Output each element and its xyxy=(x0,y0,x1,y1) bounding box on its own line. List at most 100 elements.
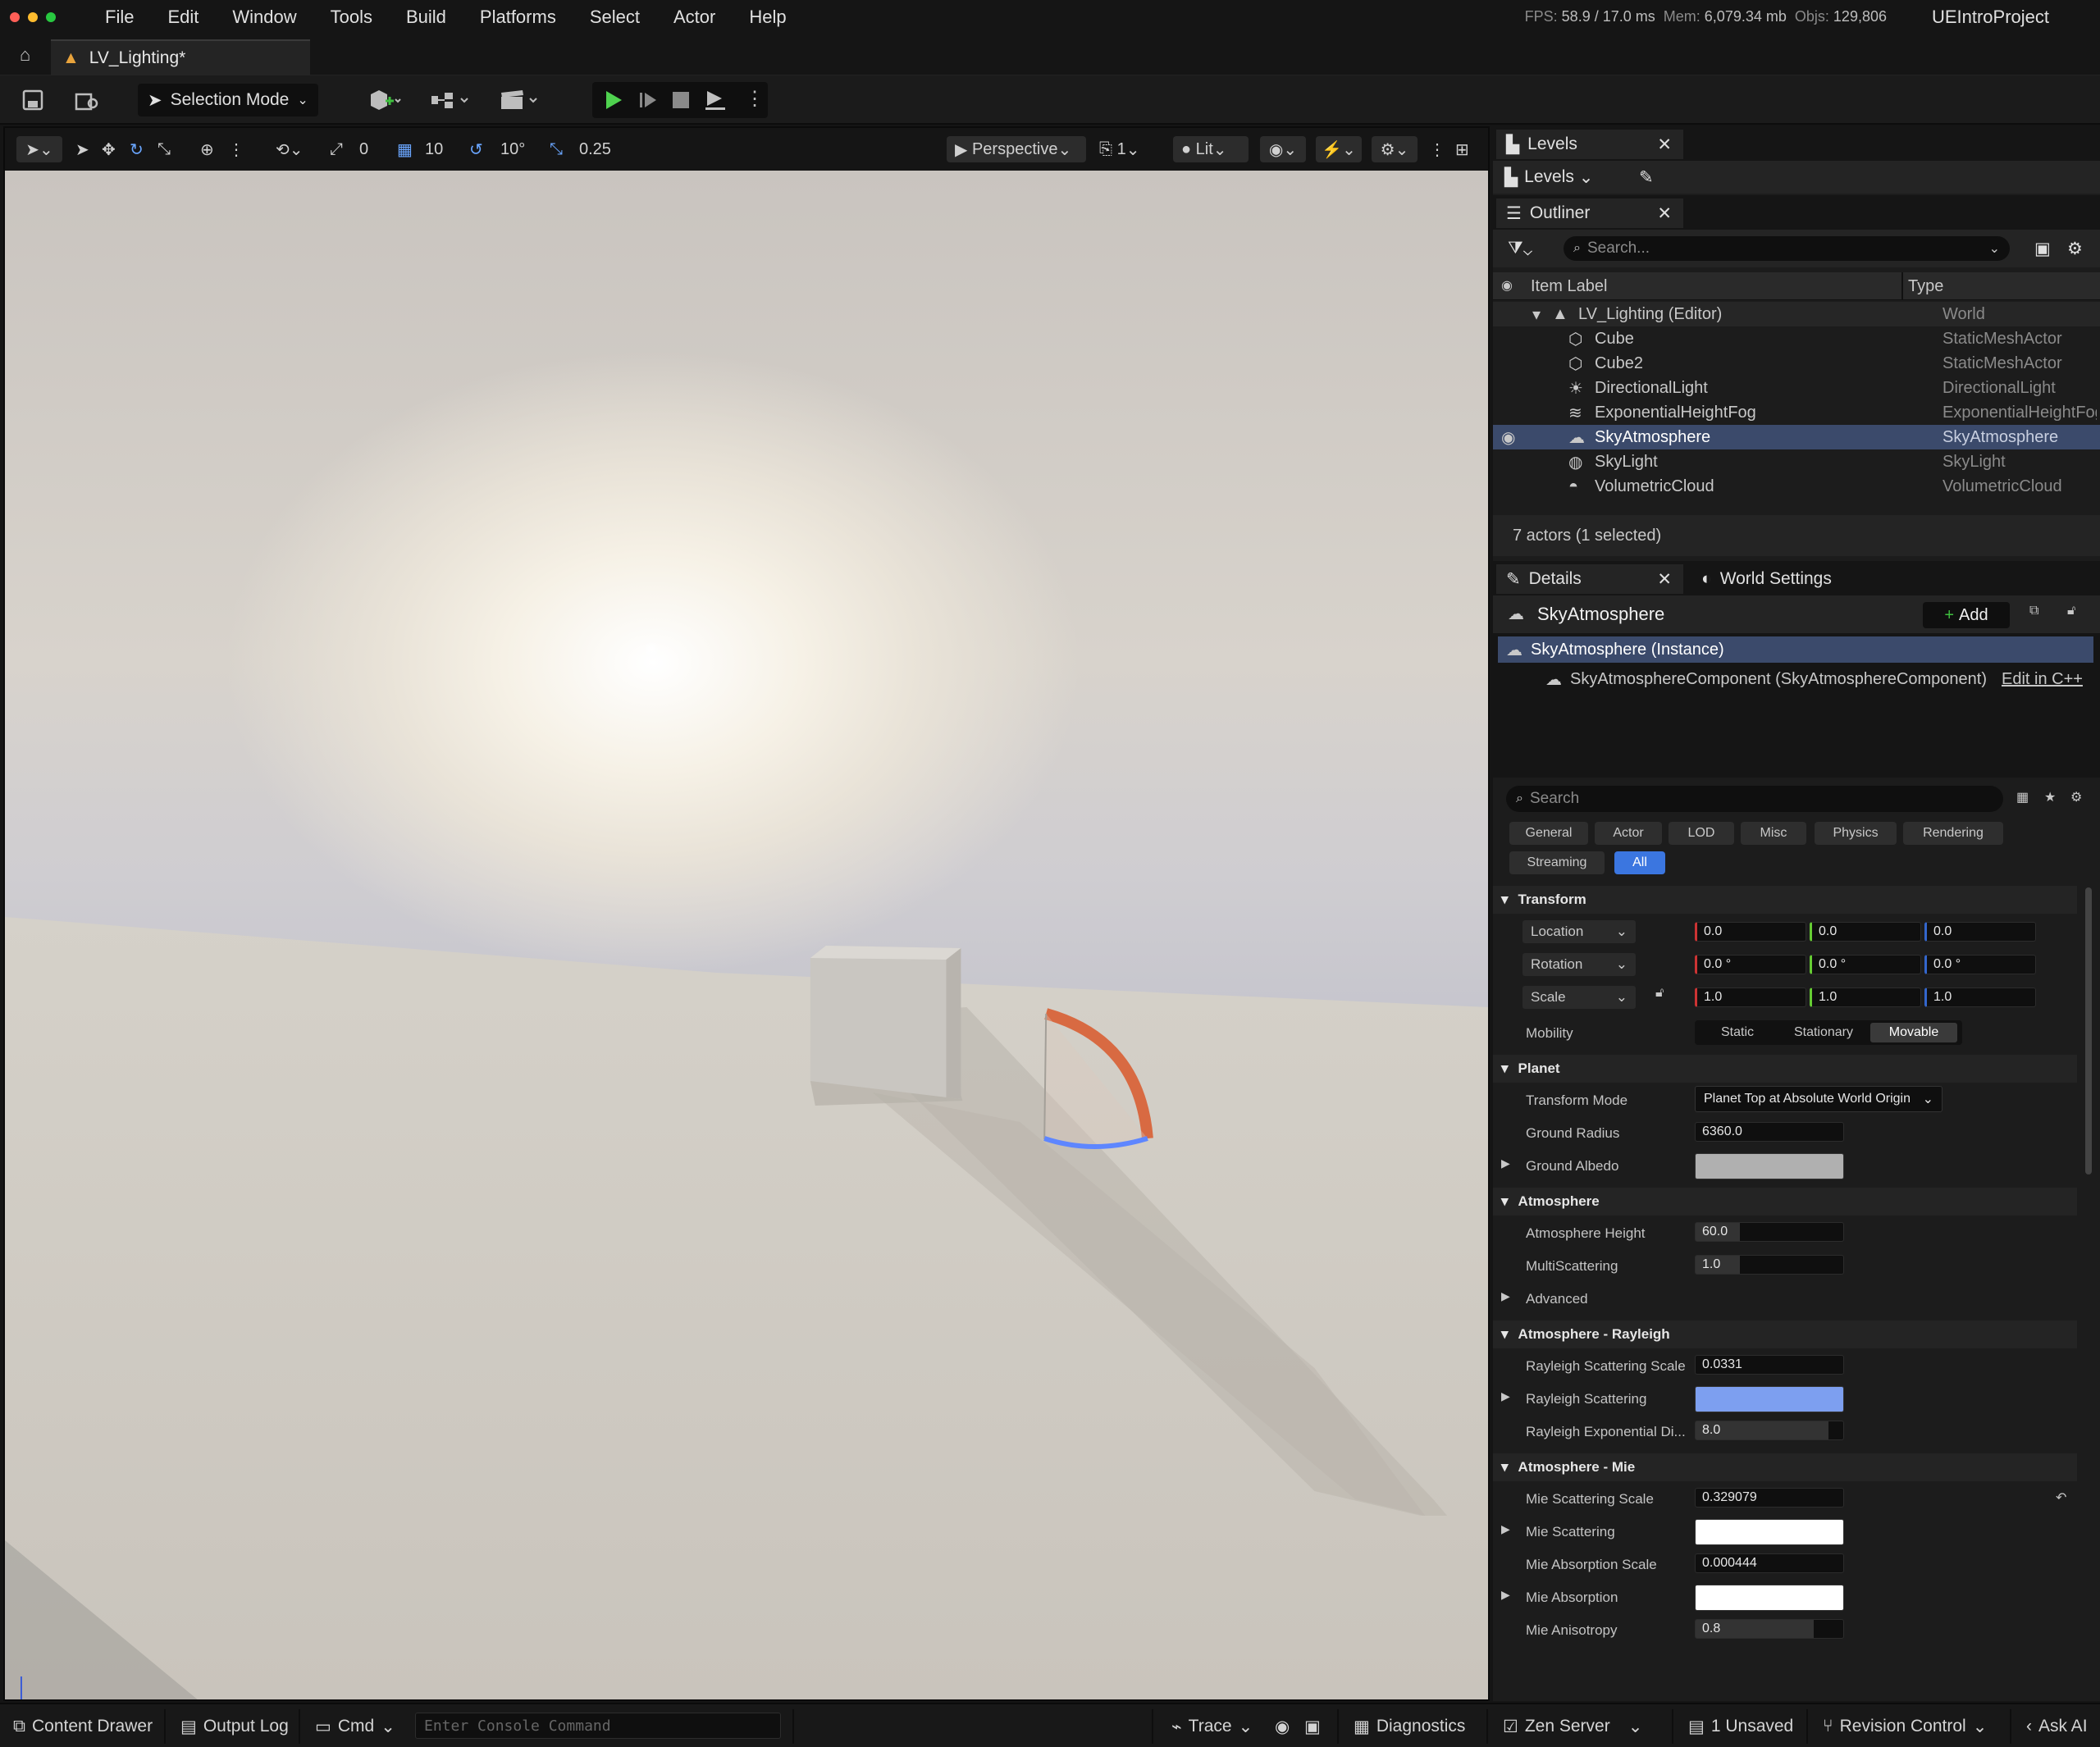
maximize-window-button[interactable] xyxy=(46,12,56,22)
play-icon[interactable] xyxy=(604,90,623,110)
tree-row-world[interactable]: ▾ ▲ LV_Lighting (Editor) World xyxy=(1493,302,2100,326)
transform-tools-dropdown[interactable]: ➤ ⌄ xyxy=(16,136,62,162)
component-row[interactable]: ☁ SkyAtmosphereComponent (SkyAtmosphereC… xyxy=(1493,666,2100,692)
close-icon[interactable]: ✕ xyxy=(1657,569,1672,590)
mobility-static[interactable]: Static xyxy=(1698,1023,1777,1042)
gear-icon[interactable]: ⚙ xyxy=(2070,789,2082,805)
column-divider[interactable] xyxy=(1901,272,1903,300)
rayleigh-exponential-slider[interactable]: 8.0 xyxy=(1695,1421,1844,1440)
scale-snap-value[interactable]: 0.25 xyxy=(579,136,611,162)
planet-category[interactable]: ▾ Planet xyxy=(1493,1055,2077,1083)
rotation-snap-icon[interactable]: ⤢ xyxy=(330,136,343,162)
blueprint-button[interactable] xyxy=(427,84,476,116)
filter-misc[interactable]: Misc xyxy=(1741,822,1806,845)
lock-icon[interactable]: 🔓︎ xyxy=(2067,604,2075,618)
type-column[interactable]: Type xyxy=(1908,277,1943,296)
scale-x[interactable]: 1.0 xyxy=(1695,988,1806,1007)
output-log-button[interactable]: ▤ Output Log xyxy=(180,1714,289,1739)
record-icon[interactable]: ◉ xyxy=(1275,1714,1290,1739)
collapse-icon[interactable]: ▾ xyxy=(1532,304,1541,325)
scale-y[interactable]: 1.0 xyxy=(1810,988,1921,1007)
performance-dropdown[interactable]: ⚡ ⌄ xyxy=(1316,136,1362,162)
close-window-button[interactable] xyxy=(10,12,20,22)
minimize-window-button[interactable] xyxy=(28,12,38,22)
selection-mode-dropdown[interactable]: ➤ Selection Mode ⌄ xyxy=(138,84,318,116)
filter-lod[interactable]: LOD xyxy=(1669,822,1734,845)
stop-icon[interactable] xyxy=(673,92,689,108)
tree-row-volumetric-cloud[interactable]: ◓ VolumetricCloud VolumetricCloud xyxy=(1493,474,2100,499)
rayleigh-scattering-swatch[interactable] xyxy=(1695,1386,1844,1412)
rotate-snap-toggle-icon[interactable]: ⟲⌄ xyxy=(276,136,304,162)
settings-dropdown[interactable]: ⚙ ⌄ xyxy=(1372,136,1418,162)
scale-lock-icon[interactable]: 🔓︎ xyxy=(1655,986,1664,1001)
atmosphere-height-slider[interactable]: 60.0 xyxy=(1695,1222,1844,1242)
item-label-column[interactable]: Item Label xyxy=(1531,277,1607,296)
filter-rendering[interactable]: Rendering xyxy=(1903,822,2003,845)
expand-icon[interactable]: ▶ xyxy=(1501,1156,1510,1170)
add-actor-button[interactable] xyxy=(361,84,409,116)
more-options-icon[interactable]: ⋮ xyxy=(745,87,765,111)
content-drawer-button[interactable]: ⧉ Content Drawer xyxy=(13,1714,153,1739)
transform-category[interactable]: ▾ Transform xyxy=(1493,886,2077,914)
browse-icon[interactable] xyxy=(71,84,103,116)
perspective-dropdown[interactable]: ▶ Perspective ⌄ xyxy=(947,136,1086,162)
menu-platforms[interactable]: Platforms xyxy=(480,7,556,28)
expand-icon[interactable]: ▶ xyxy=(1501,1389,1510,1403)
multiscattering-slider[interactable]: 1.0 xyxy=(1695,1255,1844,1275)
tree-row-sky-atmosphere[interactable]: ◉ ☁ SkyAtmosphere SkyAtmosphere xyxy=(1493,425,2100,449)
location-dropdown[interactable]: Location ⌄ xyxy=(1522,920,1636,943)
translate-icon[interactable]: ✥ xyxy=(102,136,116,162)
levels-dropdown[interactable]: ▙ Levels ⌄ xyxy=(1504,162,1593,192)
close-icon[interactable]: ✕ xyxy=(1657,135,1672,155)
tree-row-directional-light[interactable]: ☀ DirectionalLight DirectionalLight xyxy=(1493,376,2100,400)
location-z[interactable]: 0.0 xyxy=(1924,922,2036,942)
reset-to-default-icon[interactable]: ↶ xyxy=(2056,1489,2066,1506)
eject-icon[interactable] xyxy=(704,89,727,112)
tree-row-cube[interactable]: ⬡ Cube StaticMeshActor xyxy=(1493,326,2100,351)
level-viewport[interactable]: ➤ ⌄ ➤ ✥ ↻ ⤡ ⊕ ⋮ ⟲⌄ ⤢ 0 ▦ 10 ↺ 10° ⤡ 0.25 … xyxy=(3,126,1490,1701)
trace-dropdown[interactable]: ⌁ Trace ⌄ xyxy=(1171,1714,1253,1739)
angle-snap-icon[interactable]: ↺ xyxy=(469,136,483,162)
screenshot-icon[interactable]: ▣ xyxy=(1304,1714,1321,1739)
filter-streaming[interactable]: Streaming xyxy=(1509,851,1605,874)
cmd-dropdown[interactable]: ▭ Cmd ⌄ xyxy=(315,1714,395,1739)
show-flags-dropdown[interactable]: ◉ ⌄ xyxy=(1260,136,1306,162)
details-search[interactable]: ⌕ Search xyxy=(1506,786,2003,812)
menu-tools[interactable]: Tools xyxy=(331,7,372,28)
mie-scattering-swatch[interactable] xyxy=(1695,1519,1844,1545)
mobility-movable[interactable]: Movable xyxy=(1870,1023,1957,1042)
console-input[interactable]: Enter Console Command xyxy=(415,1713,781,1739)
filter-actor[interactable]: Actor xyxy=(1595,822,1662,845)
rotation-z[interactable]: 0.0 ° xyxy=(1924,955,2036,974)
menu-build[interactable]: Build xyxy=(406,7,446,28)
location-y[interactable]: 0.0 xyxy=(1810,922,1921,942)
add-component-button[interactable]: + Add xyxy=(1923,602,2010,628)
ground-radius-field[interactable]: 6360.0 xyxy=(1695,1122,1844,1142)
menu-help[interactable]: Help xyxy=(749,7,786,28)
filter-icon[interactable]: ⧩⌄ xyxy=(1508,234,1532,263)
location-x[interactable]: 0.0 xyxy=(1695,922,1806,942)
scale-z[interactable]: 1.0 xyxy=(1924,988,2036,1007)
outliner-tab[interactable]: ☰ Outliner ✕ xyxy=(1496,198,1683,228)
menu-actor[interactable]: Actor xyxy=(673,7,715,28)
revision-control-dropdown[interactable]: ⑂ Revision Control ⌄ xyxy=(1823,1714,1987,1739)
mie-category[interactable]: ▾ Atmosphere - Mie xyxy=(1493,1453,2077,1481)
rotation-snap-value[interactable]: 0 xyxy=(359,136,368,162)
scale-dropdown[interactable]: Scale ⌄ xyxy=(1522,986,1636,1009)
edit-in-cpp-link[interactable]: Edit in C++ xyxy=(2002,670,2083,689)
details-tab[interactable]: ✎ Details ✕ xyxy=(1496,564,1683,594)
close-icon[interactable]: ✕ xyxy=(1657,203,1672,224)
mie-absorption-swatch[interactable] xyxy=(1695,1585,1844,1611)
transform-mode-dropdown[interactable]: Planet Top at Absolute World Origin ⌄ xyxy=(1695,1086,1942,1112)
grid-snap-icon[interactable]: ▦ xyxy=(397,136,413,162)
menu-window[interactable]: Window xyxy=(232,7,296,28)
rotation-x[interactable]: 0.0 ° xyxy=(1695,955,1806,974)
cinematics-button[interactable] xyxy=(495,84,545,116)
viewport-layout-icon[interactable]: ⊞ xyxy=(1455,136,1469,162)
expand-icon[interactable]: ▶ xyxy=(1501,1289,1510,1303)
scale-icon[interactable]: ⤡ xyxy=(158,136,171,162)
outliner-search[interactable]: ⌕ Search... ⌄ xyxy=(1564,236,2010,261)
rayleigh-category[interactable]: ▾ Atmosphere - Rayleigh xyxy=(1493,1321,2077,1348)
unsaved-button[interactable]: ▤ 1 Unsaved xyxy=(1688,1714,1793,1739)
surface-snap-icon[interactable]: ⋮ xyxy=(228,136,244,162)
